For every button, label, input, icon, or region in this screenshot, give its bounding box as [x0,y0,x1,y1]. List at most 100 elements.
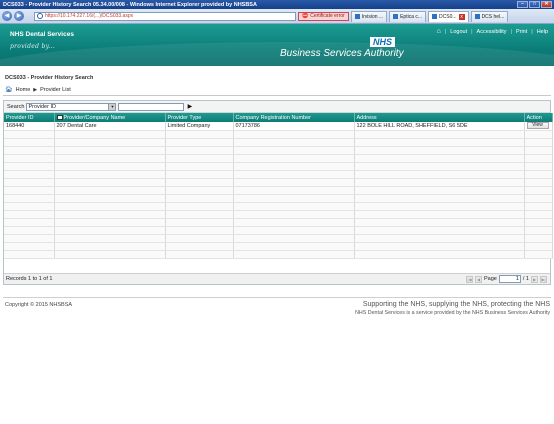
close-tab-icon[interactable]: x [458,13,465,20]
logout-link[interactable]: Logout [450,29,467,35]
prev-page-icon[interactable]: ◀ [475,275,483,283]
page-total: / 1 [522,276,529,282]
table-row[interactable]: 168440 207 Dental Care Limited Company 0717… [4,122,553,131]
table-cell [165,138,234,147]
service-text: NHS Dental Services is a service provide… [355,310,550,316]
divider [3,297,551,298]
header-wave-decoration [0,42,554,66]
table-cell [54,202,166,211]
search-input[interactable] [118,102,185,111]
table-cell [524,210,553,219]
table-cell [524,226,553,235]
table-cell [524,138,553,147]
tab-label: DCS hel... [481,13,505,20]
table-cell [165,210,234,219]
last-page-icon[interactable]: ▶| [540,275,547,283]
table-cell [54,186,166,195]
table-cell [524,186,553,195]
first-page-icon[interactable]: |◀ [466,275,474,283]
table-cell [233,242,355,251]
col-provider-name[interactable]: Provider/Company Name [54,113,166,122]
empty-row [4,130,553,139]
view-button[interactable]: View [526,122,549,129]
tab-1[interactable]: Eptica c... [389,10,427,22]
address-bar[interactable]: https://10.174.227.16/(...)/DCS033.aspx [34,11,296,21]
page-input[interactable]: 1 [498,275,521,283]
table-cell [354,186,525,195]
window-title: DCS033 - Provider History Search 05.34.0… [3,1,257,8]
search-field-value: Provider ID [28,103,56,110]
forward-button[interactable]: ▶ [14,11,24,21]
table-cell [4,194,55,203]
table-cell [354,170,525,179]
search-go-icon[interactable]: ▶ [186,103,193,111]
col-address[interactable]: Address [354,113,525,122]
table-cell: View [524,122,553,131]
table-cell [233,146,355,155]
certificate-error-button[interactable]: ⛔ Certificate error [298,11,349,21]
breadcrumb: 🏠︎ Home ▶ Provider List [5,86,71,94]
tab-2[interactable]: DCS0... x [428,10,469,22]
table-cell [233,194,355,203]
table-cell: Limited Company [165,122,234,131]
copyright: Copyright © 2015 NHSBSA [5,302,73,308]
search-label: Search [7,103,25,110]
table-cell [233,154,355,163]
site-header: NHS Dental Services provided by... ⌂ | L… [0,24,554,66]
search-field-select[interactable]: Provider ID ▼ [26,102,117,111]
table-cell [233,162,355,171]
table-cell [524,234,553,243]
table-cell [165,170,234,179]
maximize-button[interactable]: □ [529,1,540,8]
search-row: Search Provider ID ▼ ▶ [4,101,550,113]
print-link[interactable]: Print [516,29,527,35]
breadcrumb-home[interactable]: Home [16,87,31,93]
chevron-down-icon[interactable]: ▼ [108,103,116,110]
home-icon[interactable]: 🏠︎ [5,86,13,93]
nav-divider: | [531,28,533,35]
table-cell [165,250,234,259]
tab-favicon [432,14,438,19]
table-cell [165,242,234,251]
authority-name: Business Services Authority [280,48,404,59]
footer-tagline: Supporting the NHS, supplying the NHS, p… [355,301,550,316]
table-cell [165,202,234,211]
home-icon[interactable]: ⌂ [437,28,441,35]
records-count: Records 1 to 1 of 1 [6,276,53,282]
table-cell [233,250,355,259]
table-cell: 207 Dental Care [54,122,166,131]
table-cell [354,250,525,259]
table-cell [233,170,355,179]
table-cell [524,202,553,211]
tab-3[interactable]: DCS hel... [470,10,509,22]
empty-row [4,218,553,227]
col-provider-id[interactable]: Provider ID [4,113,55,122]
table-cell [54,170,166,179]
nav-divider: | [444,28,447,35]
minimize-button[interactable]: – [517,1,528,8]
grid-footer: Records 1 to 1 of 1 |◀ ◀ Page 1 / 1 ▶ ▶| [4,273,550,284]
table-cell [54,250,166,259]
page-label: Page [484,276,497,282]
table-cell [524,146,553,155]
tab-0[interactable]: Irvision ... [350,10,388,22]
table-cell [524,170,553,179]
back-button[interactable]: ◀ [2,11,12,21]
table-cell [524,242,553,251]
col-company-reg-number[interactable]: Company Registration Number [233,113,355,122]
sort-icon[interactable] [56,114,63,120]
table-cell [54,162,166,171]
table-cell [54,146,166,155]
table-cell: 168440 [4,122,55,131]
next-page-icon[interactable]: ▶ [531,275,538,283]
empty-row [4,210,553,219]
close-window-button[interactable]: ✕ [541,1,552,8]
brand-name: NHS Dental Services [10,31,74,38]
table-cell [165,234,234,243]
help-link[interactable]: Help [537,29,548,35]
accessibility-link[interactable]: Accessibility [477,29,507,35]
table-cell [4,130,55,139]
table-cell [54,234,166,243]
tab-label: Irvision ... [361,13,384,20]
col-provider-type[interactable]: Provider Type [165,113,234,122]
